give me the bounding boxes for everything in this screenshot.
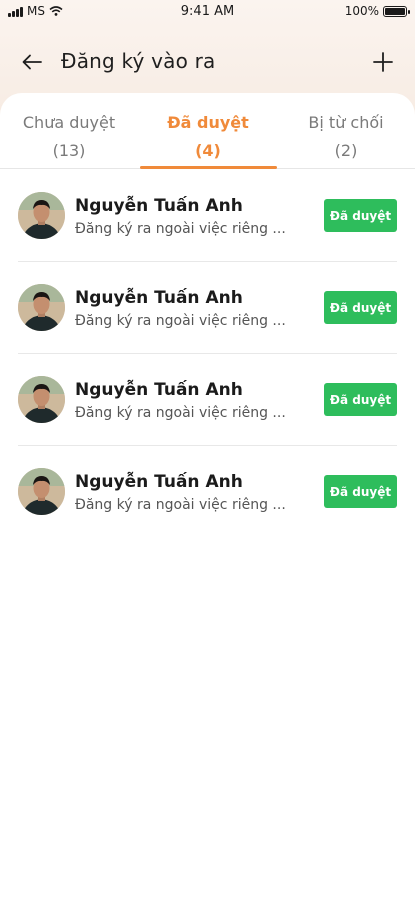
tab-count: (2)	[334, 141, 358, 160]
status-badge[interactable]: Đã duyệt	[324, 199, 397, 232]
status-right: 100%	[344, 4, 410, 18]
avatar	[18, 284, 65, 331]
request-description: Đăng ký ra ngoài việc riêng ...	[75, 405, 286, 421]
employee-name: Nguyễn Tuấn Anh	[75, 288, 243, 308]
add-button[interactable]	[369, 48, 397, 76]
request-description: Đăng ký ra ngoài việc riêng ...	[75, 221, 286, 237]
request-description: Đăng ký ra ngoài việc riêng ...	[75, 313, 286, 329]
request-description: Đăng ký ra ngoài việc riêng ...	[75, 497, 286, 513]
status-tabs: Chưa duyệt (13) Đã duyệt (4) Bị từ chối …	[0, 93, 415, 169]
status-badge[interactable]: Đã duyệt	[324, 475, 397, 508]
app-header: Đăng ký vào ra	[0, 38, 415, 86]
tab-count: (13)	[52, 141, 86, 160]
tab-count: (4)	[195, 141, 221, 160]
list-item[interactable]: Nguyễn Tuấn Anh Đăng ký ra ngoài việc ri…	[18, 354, 397, 446]
back-button[interactable]	[18, 48, 46, 76]
page-title: Đăng ký vào ra	[61, 49, 216, 73]
plus-icon	[373, 52, 393, 72]
request-list: Nguyễn Tuấn Anh Đăng ký ra ngoài việc ri…	[18, 170, 397, 538]
avatar	[18, 468, 65, 515]
status-badge[interactable]: Đã duyệt	[324, 291, 397, 324]
arrow-left-icon	[22, 54, 42, 70]
employee-name: Nguyễn Tuấn Anh	[75, 380, 243, 400]
avatar	[18, 376, 65, 423]
tab-label: Chưa duyệt	[22, 113, 116, 132]
battery-icon	[383, 5, 410, 17]
list-item[interactable]: Nguyễn Tuấn Anh Đăng ký ra ngoài việc ri…	[18, 446, 397, 538]
employee-name: Nguyễn Tuấn Anh	[75, 472, 243, 492]
list-item[interactable]: Nguyễn Tuấn Anh Đăng ký ra ngoài việc ri…	[18, 262, 397, 354]
battery-percent: 100%	[344, 4, 379, 18]
tab-rejected[interactable]: Bị từ chối (2)	[277, 109, 415, 165]
employee-name: Nguyễn Tuấn Anh	[75, 196, 243, 216]
status-bar: MS 9:41 AM 100%	[0, 0, 415, 24]
active-tab-indicator	[140, 166, 277, 169]
tab-approved[interactable]: Đã duyệt (4)	[139, 109, 277, 165]
tab-label: Đã duyệt	[167, 113, 249, 132]
list-item[interactable]: Nguyễn Tuấn Anh Đăng ký ra ngoài việc ri…	[18, 170, 397, 262]
tab-pending[interactable]: Chưa duyệt (13)	[0, 109, 138, 165]
content-sheet: Chưa duyệt (13) Đã duyệt (4) Bị từ chối …	[0, 93, 415, 900]
tab-label: Bị từ chối	[308, 113, 384, 132]
status-badge[interactable]: Đã duyệt	[324, 383, 397, 416]
avatar	[18, 192, 65, 239]
